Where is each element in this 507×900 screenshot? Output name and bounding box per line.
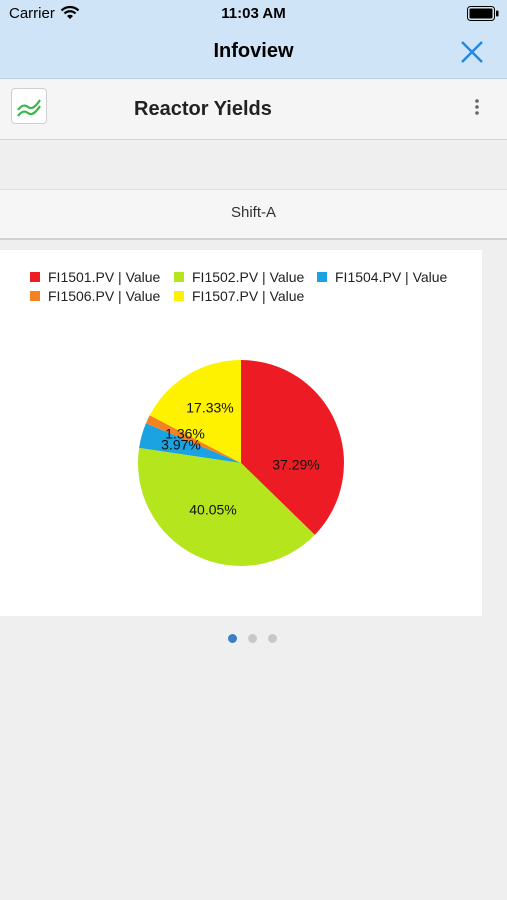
report-header: Reactor Yields — [0, 79, 507, 140]
battery-icon — [467, 6, 499, 21]
report-title: Reactor Yields — [134, 98, 272, 120]
shift-tab[interactable]: Shift-A — [0, 189, 507, 240]
page-dot[interactable] — [268, 634, 277, 643]
status-bar: Carrier 11:03 AM — [0, 0, 507, 28]
nav-title: Infoview — [213, 40, 294, 62]
page-indicator — [228, 634, 284, 644]
slice-label: 37.29% — [272, 457, 319, 473]
page-dot[interactable] — [228, 634, 237, 643]
more-vertical-icon[interactable] — [468, 97, 486, 119]
slice-label: 1.36% — [165, 426, 205, 442]
slice-label: 17.33% — [186, 400, 233, 416]
page-dot[interactable] — [248, 634, 257, 643]
pie-chart: 37.29%40.05%3.97%1.36%17.33% — [138, 360, 344, 566]
pie-chart-card: FI1501.PV | Value FI1502.PV | Value FI1504… — [0, 250, 482, 616]
shift-label: Shift-A — [230, 204, 276, 221]
slice-label: 40.05% — [189, 502, 236, 518]
line-chart-icon[interactable] — [11, 88, 47, 124]
close-icon[interactable] — [456, 36, 488, 68]
navigation-bar: Carrier 11:03 AM Infoview — [0, 0, 507, 79]
status-time: 11:03 AM — [221, 5, 286, 22]
